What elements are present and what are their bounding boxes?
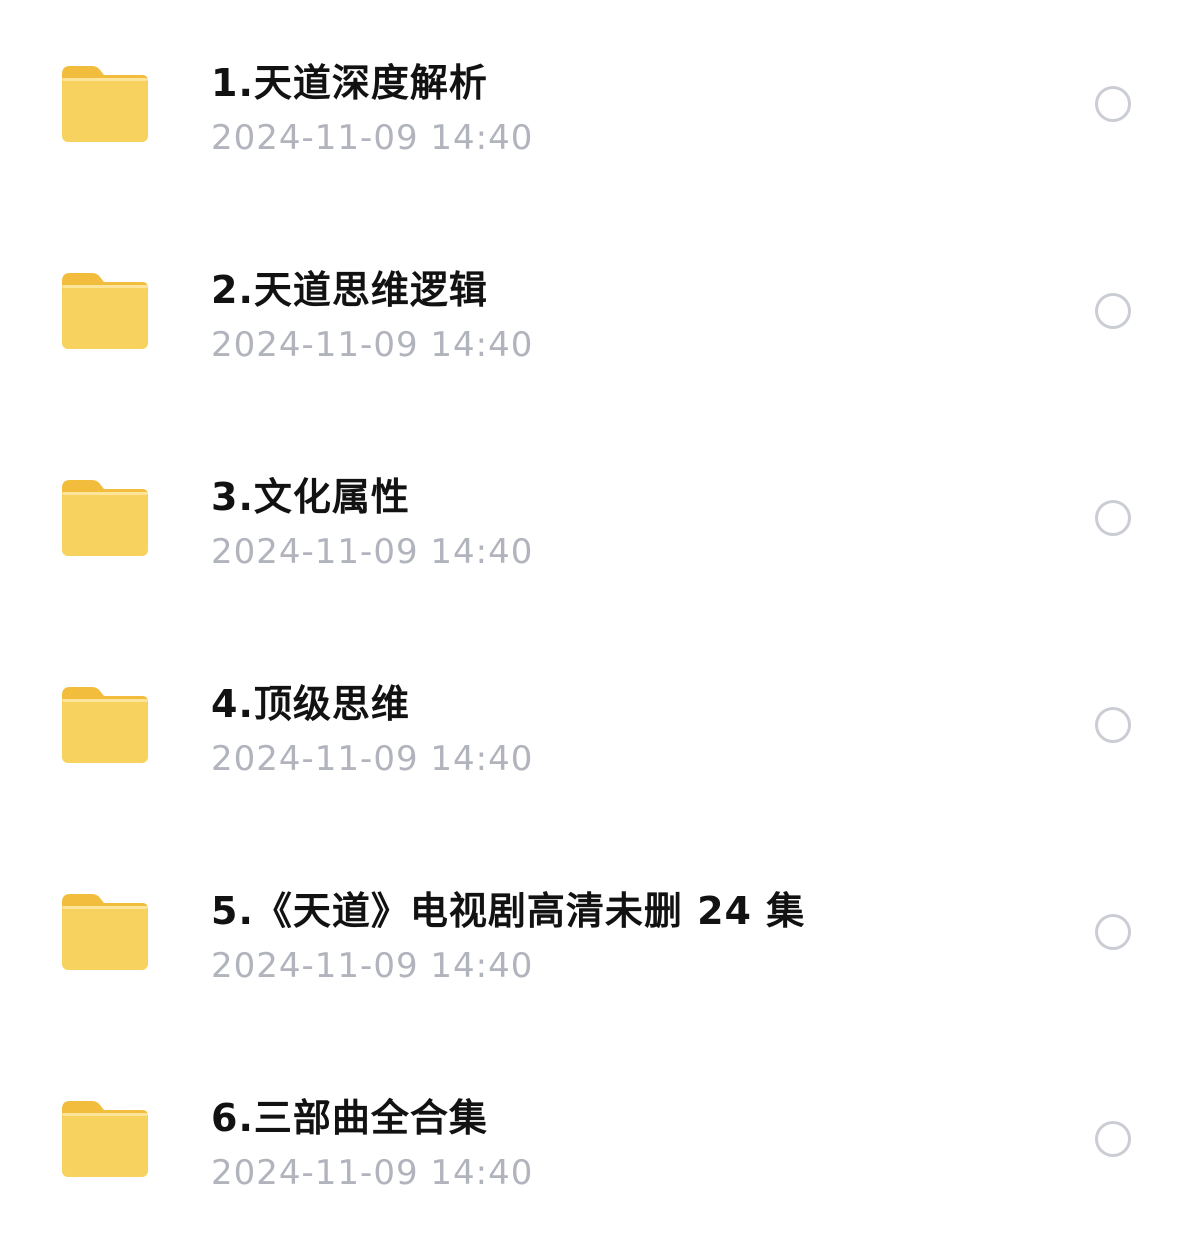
folder-name: 4.顶级思维 [211, 682, 410, 726]
select-radio-button[interactable] [1095, 914, 1131, 950]
select-radio-button[interactable] [1095, 1121, 1131, 1157]
file-row[interactable]: 1.天道深度解析 2024-11-09 14:40 [0, 0, 1179, 207]
select-radio-button[interactable] [1095, 86, 1131, 122]
folder-name: 6.三部曲全合集 [211, 1096, 488, 1140]
folder-date: 2024-11-09 14:40 [211, 946, 534, 986]
folder-icon [60, 64, 150, 144]
folder-name: 5.《天道》电视剧高清未删 24 集 [211, 889, 806, 933]
folder-date: 2024-11-09 14:40 [211, 1153, 534, 1193]
file-list: 1.天道深度解析 2024-11-09 14:40 2.天道思维逻辑 2024-… [0, 0, 1179, 1259]
folder-date: 2024-11-09 14:40 [211, 325, 534, 365]
folder-icon [60, 478, 150, 558]
folder-date: 2024-11-09 14:40 [211, 739, 534, 779]
file-row[interactable]: 6.三部曲全合集 2024-11-09 14:40 [0, 1035, 1179, 1242]
file-row[interactable]: 2.天道思维逻辑 2024-11-09 14:40 [0, 207, 1179, 414]
select-radio-button[interactable] [1095, 293, 1131, 329]
folder-icon [60, 271, 150, 351]
folder-name: 3.文化属性 [211, 475, 410, 519]
folder-date: 2024-11-09 14:40 [211, 532, 534, 572]
file-row[interactable]: 5.《天道》电视剧高清未删 24 集 2024-11-09 14:40 [0, 828, 1179, 1035]
select-radio-button[interactable] [1095, 707, 1131, 743]
folder-date: 2024-11-09 14:40 [211, 118, 534, 158]
file-row[interactable]: 4.顶级思维 2024-11-09 14:40 [0, 621, 1179, 828]
folder-name: 1.天道深度解析 [211, 61, 488, 105]
folder-name: 2.天道思维逻辑 [211, 268, 488, 312]
select-radio-button[interactable] [1095, 500, 1131, 536]
folder-icon [60, 1099, 150, 1179]
folder-icon [60, 685, 150, 765]
folder-icon [60, 892, 150, 972]
file-row[interactable]: 3.文化属性 2024-11-09 14:40 [0, 414, 1179, 621]
